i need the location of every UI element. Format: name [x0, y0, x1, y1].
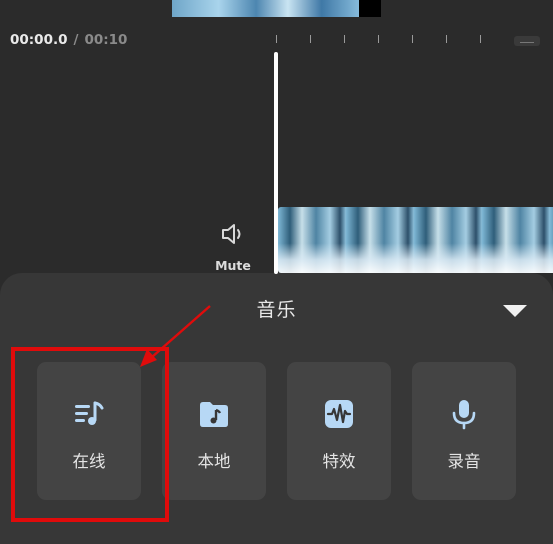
- timeline-ruler: [276, 35, 536, 45]
- sound-effect-icon: [323, 398, 355, 430]
- time-separator: /: [73, 32, 79, 48]
- mute-label: Mute: [215, 258, 251, 273]
- ruler-tick: [412, 35, 413, 43]
- collapse-sheet-button[interactable]: [501, 303, 529, 319]
- ruler-tick: [378, 35, 379, 43]
- video-preview[interactable]: [172, 0, 381, 17]
- ruler-tick: [446, 35, 447, 43]
- total-time: 00:10: [84, 32, 128, 48]
- option-label: 本地: [197, 452, 231, 471]
- triangle-down-icon: [501, 304, 529, 323]
- current-time: 00:00.0: [10, 32, 68, 48]
- video-track-clip[interactable]: [278, 207, 553, 273]
- option-sound-effects[interactable]: 特效: [287, 362, 391, 500]
- time-readout: 00:00.0 / 00:10: [10, 31, 127, 49]
- local-music-folder-icon: [198, 398, 230, 430]
- ruler-tick: [276, 35, 277, 43]
- ruler-tick: [480, 35, 481, 43]
- playhead[interactable]: [274, 52, 278, 274]
- sheet-title: 音乐: [256, 299, 297, 321]
- option-label: 录音: [447, 452, 481, 471]
- ruler-tick: [310, 35, 311, 43]
- speaker-icon: [208, 222, 258, 246]
- option-record-audio[interactable]: 录音: [412, 362, 516, 500]
- ruler-tick: [344, 35, 345, 43]
- mute-button[interactable]: Mute: [208, 222, 258, 273]
- timeline-options-icon[interactable]: [514, 36, 540, 46]
- option-local-music[interactable]: 本地: [162, 362, 266, 500]
- video-preview-frame: [172, 0, 359, 17]
- microphone-icon: [448, 398, 480, 430]
- annotation-highlight-box: [11, 347, 169, 522]
- option-label: 特效: [322, 452, 356, 471]
